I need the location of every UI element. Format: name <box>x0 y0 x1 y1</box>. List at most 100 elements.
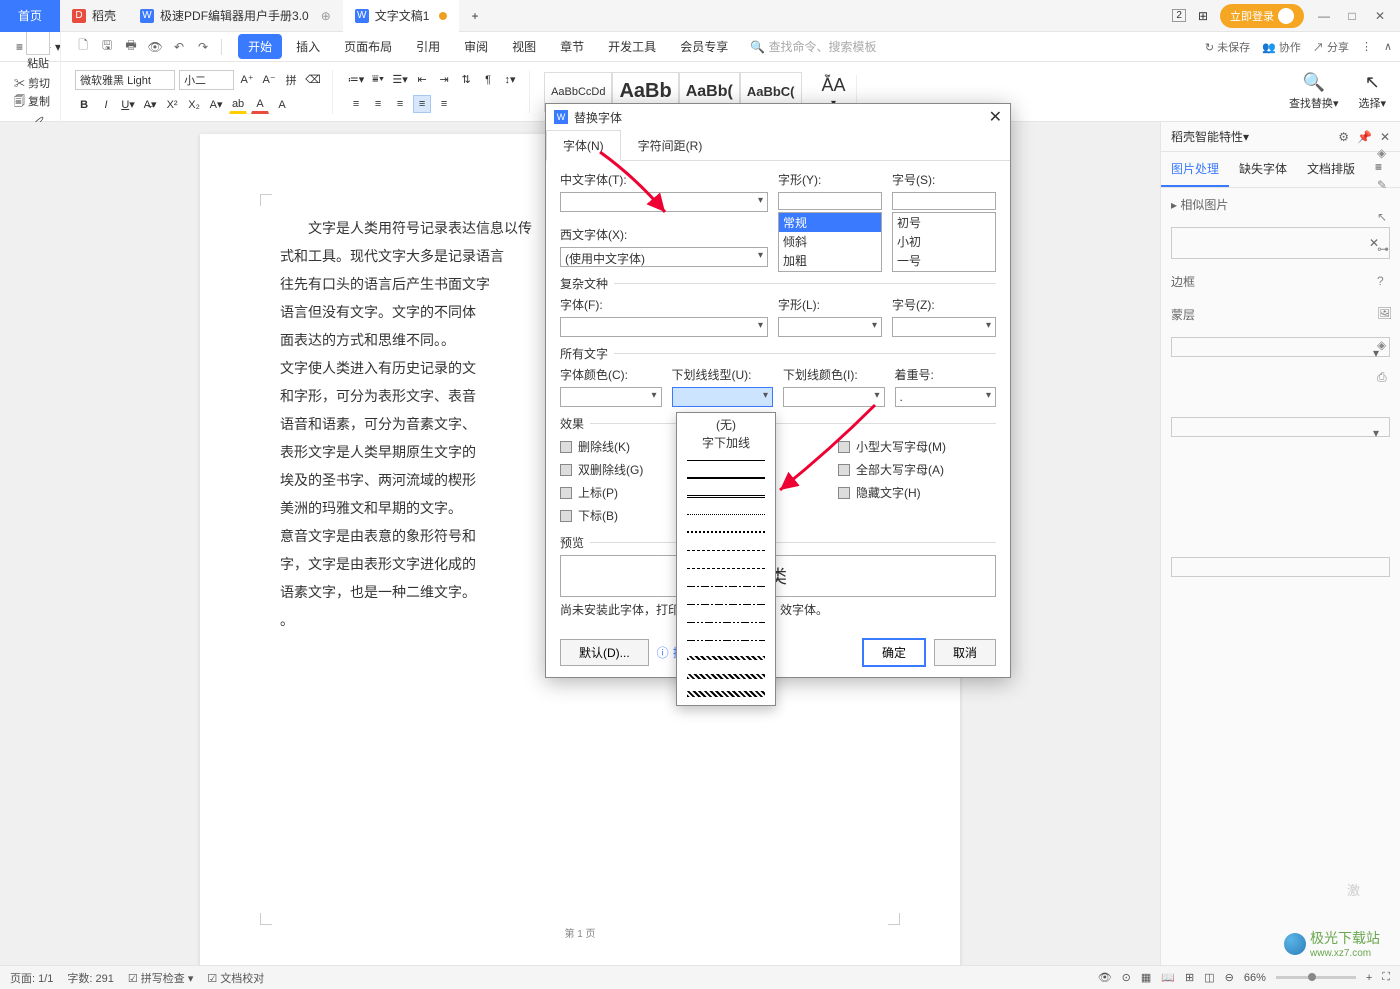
bullets-icon[interactable]: ≔▾ <box>347 71 365 89</box>
underline-style-combo[interactable] <box>672 387 774 407</box>
underline-dashed-wide[interactable] <box>677 559 775 577</box>
align-center-icon[interactable]: ≡ <box>369 95 387 113</box>
right-tab-image[interactable]: 图片处理 <box>1161 152 1229 187</box>
line-spacing-icon[interactable]: ↕▾ <box>501 71 519 89</box>
underline-color-combo[interactable] <box>783 387 885 407</box>
focus-icon[interactable]: ⊙ <box>1122 971 1131 984</box>
command-search[interactable]: 🔍 查找命令、搜索模板 <box>742 36 884 57</box>
zoom-out-icon[interactable]: ⊖ <box>1225 971 1234 984</box>
list-item[interactable]: 加粗 <box>779 251 881 270</box>
font-name-select[interactable]: 微软雅黑 Light <box>75 70 175 90</box>
underline-wave-double[interactable] <box>677 685 775 703</box>
fullscreen-icon[interactable]: ⛶ <box>1382 971 1390 984</box>
maximize-icon[interactable]: □ <box>1344 8 1360 24</box>
underline-dashdot[interactable] <box>677 577 775 595</box>
menu-tab-devtools[interactable]: 开发工具 <box>598 34 666 59</box>
doc-tab-pdf[interactable]: W极速PDF编辑器用户手册3.0⊕ <box>128 0 343 32</box>
align-justify-icon[interactable]: ≡ <box>413 95 431 113</box>
dialog-close-icon[interactable]: ✕ <box>989 107 1002 127</box>
dk-tab[interactable]: D稻壳 <box>60 0 128 32</box>
image-icon[interactable]: 🖼 <box>1377 306 1395 324</box>
more-icon[interactable]: ⋮ <box>1361 40 1372 53</box>
hidden-checkbox[interactable]: 隐藏文字(H) <box>838 482 996 503</box>
en-font-combo[interactable]: (使用中文字体) <box>560 247 768 267</box>
strikethrough-icon[interactable]: A̶▾ <box>141 96 159 114</box>
menu-tab-insert[interactable]: 插入 <box>286 34 330 59</box>
menu-tab-home[interactable]: 开始 <box>238 34 282 59</box>
eye-icon[interactable]: 👁 <box>1098 971 1112 984</box>
underline-dashdotdot-wide[interactable] <box>677 631 775 649</box>
cn-font-combo[interactable] <box>560 192 768 212</box>
phonetic-icon[interactable]: 拼 <box>282 71 300 89</box>
undo-icon[interactable]: ↶ <box>169 37 189 57</box>
menu-tab-view[interactable]: 视图 <box>502 34 546 59</box>
select-button[interactable]: ↖ 选择▾ <box>1352 72 1392 111</box>
diamond-icon[interactable]: ◈ <box>1377 338 1395 356</box>
word-count[interactable]: 字数: 291 <box>67 970 113 986</box>
fontcolor-combo[interactable] <box>560 387 662 407</box>
default-button[interactable]: 默认(D)... <box>560 639 649 666</box>
settings2-icon[interactable]: ⊶ <box>1377 242 1395 260</box>
underline-thick[interactable] <box>677 469 775 487</box>
spell-check[interactable]: ☑ 拼写检查 ▾ <box>128 970 194 986</box>
underline-icon[interactable]: U▾ <box>119 96 137 114</box>
proofread[interactable]: ☑ 文档校对 <box>207 970 264 986</box>
menu-tab-vip[interactable]: 会员专享 <box>670 34 738 59</box>
preview-icon[interactable]: 👁 <box>145 37 165 57</box>
book-icon[interactable]: ⎙ <box>1377 370 1395 388</box>
size-input[interactable] <box>892 192 996 210</box>
list-item[interactable]: 倾斜 <box>779 232 881 251</box>
dialog-titlebar[interactable]: W 替换字体 ✕ <box>546 104 1010 130</box>
view-print-icon[interactable]: ▦ <box>1141 971 1151 984</box>
menu-tab-chapter[interactable]: 章节 <box>550 34 594 59</box>
paste-button[interactable]: 粘贴 <box>26 31 50 71</box>
pencil-icon[interactable]: ✎ <box>1377 178 1395 196</box>
coop-button[interactable]: 👥 协作 <box>1262 39 1301 55</box>
dialog-tab-spacing[interactable]: 字符间距(R) <box>621 130 720 161</box>
clear-format-icon[interactable]: ⌫ <box>304 71 322 89</box>
underline-dashed[interactable] <box>677 541 775 559</box>
find-replace-button[interactable]: 🔍 查找替换▾ <box>1283 72 1345 111</box>
home-tab[interactable]: 首页 <box>0 0 60 32</box>
distributed-icon[interactable]: ≡ <box>435 95 453 113</box>
zoom-slider[interactable] <box>1276 976 1356 979</box>
menu-tab-pagelayout[interactable]: 页面布局 <box>334 34 402 59</box>
menu-tab-references[interactable]: 引用 <box>406 34 450 59</box>
save-icon[interactable]: 🖫 <box>97 37 117 57</box>
zoom-in-icon[interactable]: + <box>1366 972 1372 984</box>
dialog-tab-font[interactable]: 字体(N) <box>546 130 621 161</box>
numbering-icon[interactable]: ⩸▾ <box>369 71 387 89</box>
right-tab-layout[interactable]: 文档排版 <box>1297 152 1365 187</box>
collapse-icon[interactable]: ∧ <box>1384 40 1392 53</box>
list-item[interactable]: 初号 <box>893 213 995 232</box>
cut-button[interactable]: ✂ 剪切 <box>14 75 50 91</box>
layer-option[interactable]: 蒙层 <box>1161 298 1400 331</box>
new-icon[interactable]: 🗋 <box>73 37 93 57</box>
text-effects-icon[interactable]: A▾ <box>207 96 225 114</box>
compass-icon[interactable]: ◈ <box>1377 146 1395 164</box>
font-size-select[interactable]: 小二 <box>179 70 234 90</box>
help-icon[interactable]: ? <box>1377 274 1395 292</box>
pin-icon[interactable]: 📌 <box>1357 130 1372 144</box>
multilevel-icon[interactable]: ☰▾ <box>391 71 409 89</box>
copy-button[interactable]: 🗐 复制 <box>14 93 50 112</box>
underline-dotted[interactable] <box>677 505 775 523</box>
subscript-icon[interactable]: X₂ <box>185 96 203 114</box>
right-tab-font[interactable]: 缺失字体 <box>1229 152 1297 187</box>
list-item[interactable]: 一号 <box>893 251 995 270</box>
page-info[interactable]: 页面: 1/1 <box>10 970 53 986</box>
italic-icon[interactable]: I <box>97 96 115 114</box>
menu-tab-review[interactable]: 审阅 <box>454 34 498 59</box>
increase-indent-icon[interactable]: ⇥ <box>435 71 453 89</box>
align-right-icon[interactable]: ≡ <box>391 95 409 113</box>
grid-icon[interactable]: ⊞ <box>1198 9 1208 23</box>
close-window-icon[interactable]: ✕ <box>1372 8 1388 24</box>
dropdown-close[interactable]: ✕ <box>1171 227 1390 259</box>
underline-dashdot-wide[interactable] <box>677 595 775 613</box>
underline-double[interactable] <box>677 487 775 505</box>
decrease-indent-icon[interactable]: ⇤ <box>413 71 431 89</box>
char-border-icon[interactable]: A <box>273 96 291 114</box>
arrow-icon[interactable]: ↖ <box>1377 210 1395 228</box>
view-outline-icon[interactable]: ◫ <box>1204 971 1214 984</box>
border-option[interactable]: 边框 <box>1161 265 1400 298</box>
